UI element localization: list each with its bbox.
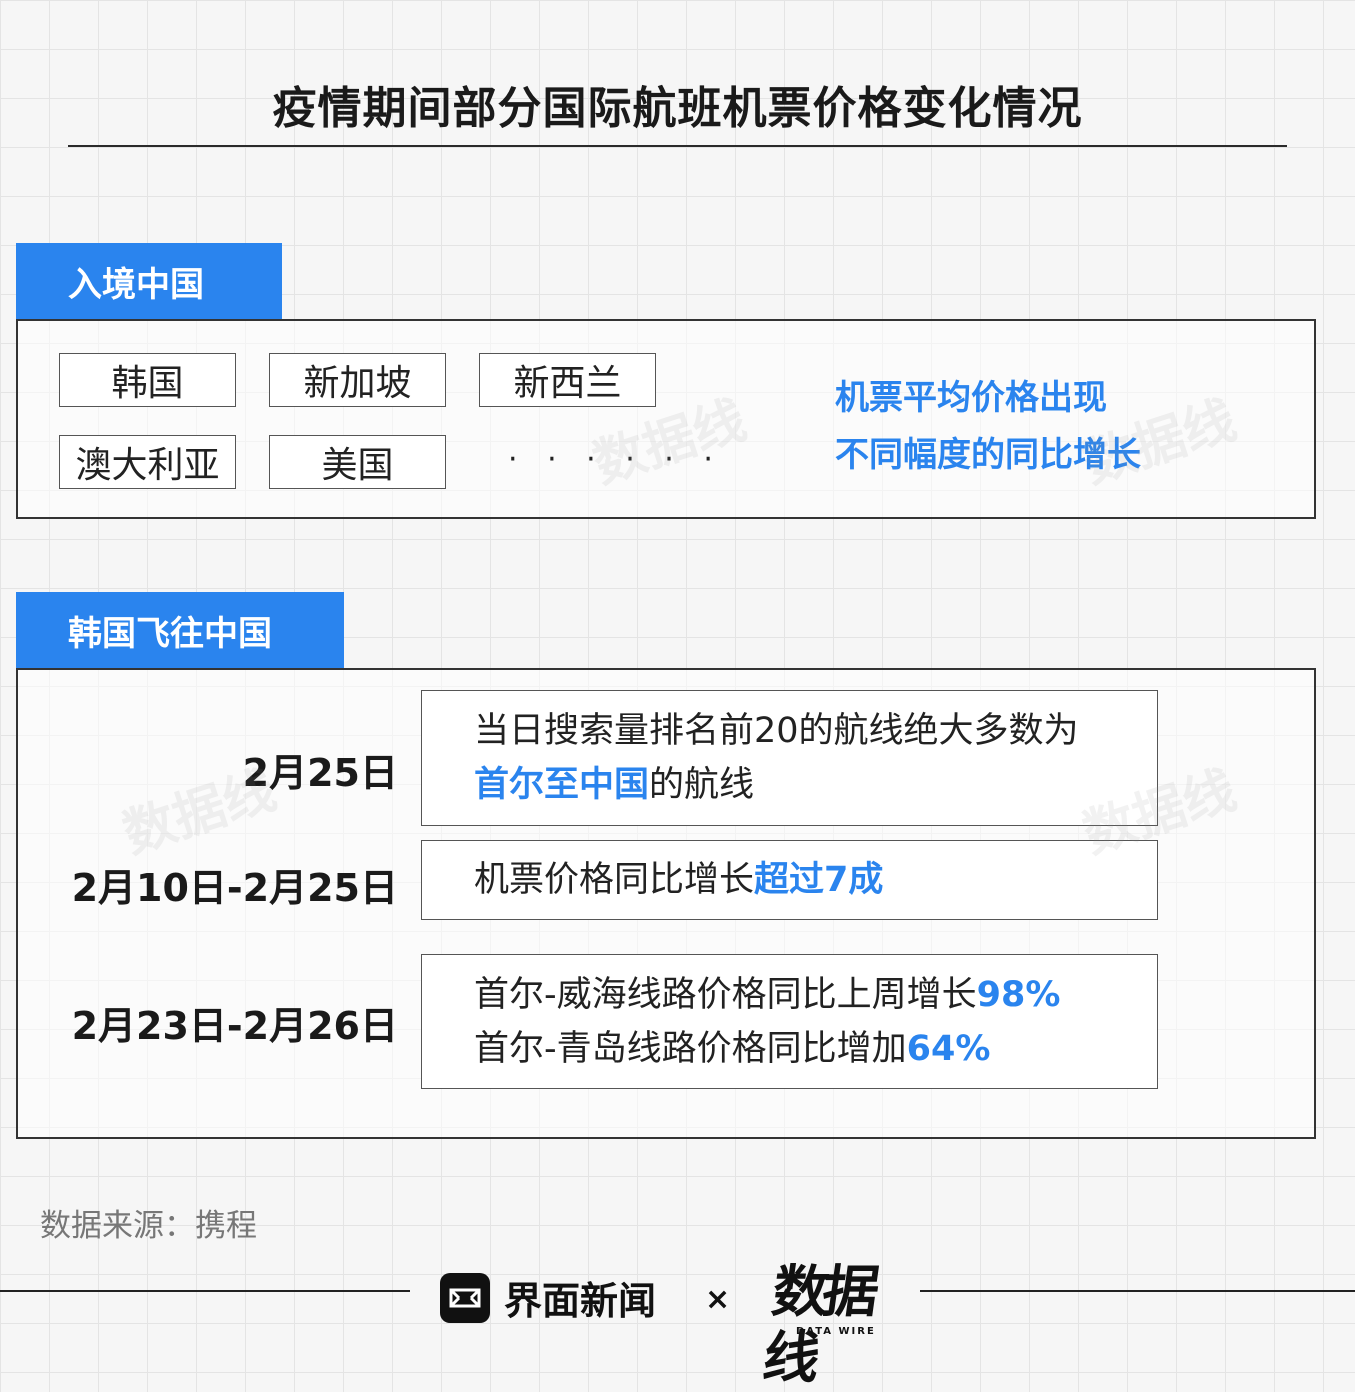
section-tag-inbound: 入境中国 [16, 243, 282, 319]
info-box: 当日搜索量排名前20的航线绝大多数为 首尔至中国的航线 [421, 690, 1158, 826]
data-source: 数据来源：携程 [40, 1208, 257, 1244]
info-text: 首尔-青岛线路价格同比增加 [474, 1028, 907, 1069]
info-text: 首尔-威海线路价格同比上周增长 [474, 974, 977, 1015]
info-text: 机票价格同比增长 [474, 860, 755, 900]
info-line: 首尔-威海线路价格同比上周增长98% [474, 968, 1157, 1022]
date-label: 2月25日 [242, 751, 398, 795]
info-line: 首尔至中国的航线 [474, 758, 1157, 812]
info-box: 机票价格同比增长超过7成 [421, 840, 1158, 920]
times-separator: × [705, 1282, 731, 1317]
date-label: 2月23日-2月26日 [71, 1004, 398, 1048]
brand-jiemian: 界面新闻 [440, 1270, 656, 1325]
jiemian-logo-icon [440, 1272, 490, 1323]
highlight: 98% [976, 974, 1061, 1015]
summary-line: 不同幅度的同比增长 [835, 435, 1141, 475]
page-title: 疫情期间部分国际航班机票价格变化情况 [272, 83, 1083, 134]
country-chip: 澳大利亚 [59, 435, 236, 489]
country-chip: 韩国 [59, 353, 236, 407]
footer-divider-left [0, 1290, 410, 1292]
country-chip: 美国 [269, 435, 446, 489]
brand-name: 界面新闻 [504, 1279, 657, 1323]
title-divider [68, 145, 1287, 147]
ellipsis: · · · · · · [508, 442, 723, 477]
highlight: 超过7成 [754, 860, 884, 900]
info-line: 首尔-青岛线路价格同比增加64% [474, 1022, 1157, 1076]
summary-line: 机票平均价格出现 [835, 378, 1107, 418]
section-tag-korea-china: 韩国飞往中国 [16, 592, 344, 668]
country-chip: 新加坡 [269, 353, 446, 407]
data-wire-logo: 数据线 DATA WIRE [759, 1260, 898, 1391]
info-line: 当日搜索量排名前20的航线绝大多数为 [474, 711, 1079, 751]
data-wire-subtitle: DATA WIRE [796, 1326, 876, 1337]
info-box: 首尔-威海线路价格同比上周增长98% 首尔-青岛线路价格同比增加64% [421, 954, 1158, 1089]
inbound-summary: 机票平均价格出现 不同幅度的同比增长 [835, 370, 1141, 484]
footer-divider-right [920, 1290, 1355, 1292]
info-line: 机票价格同比增长超过7成 [474, 853, 1157, 907]
info-text: 的航线 [649, 765, 755, 805]
highlight: 64% [906, 1028, 991, 1069]
highlight: 首尔至中国 [474, 765, 650, 805]
country-chip: 新西兰 [479, 353, 656, 407]
date-label: 2月10日-2月25日 [71, 866, 398, 910]
